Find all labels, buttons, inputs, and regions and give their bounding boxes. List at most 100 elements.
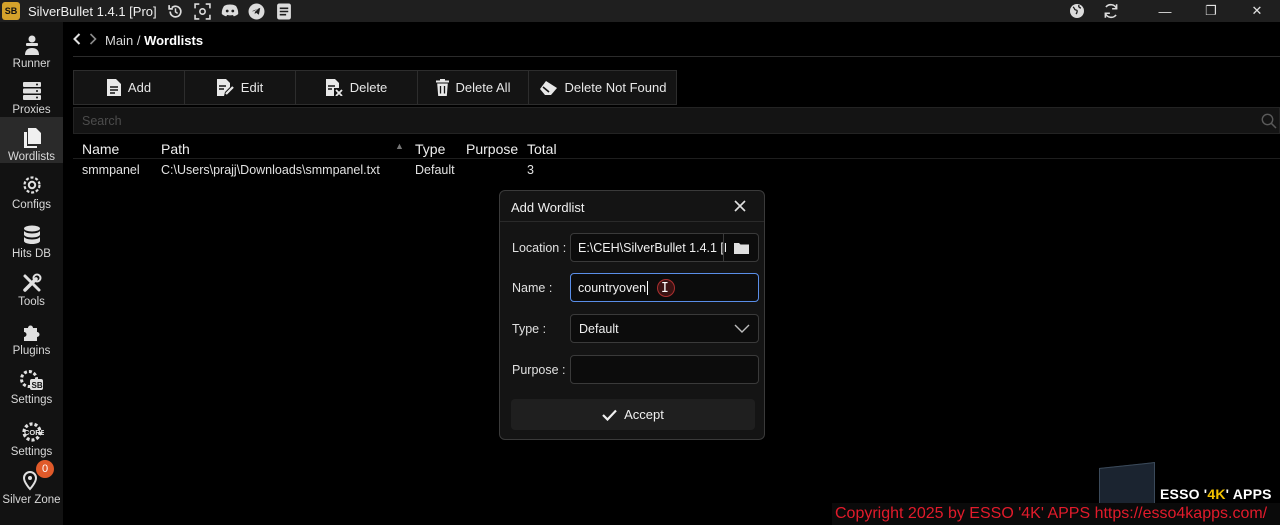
purpose-label: Purpose : xyxy=(512,363,566,377)
delete-all-label: Delete All xyxy=(455,80,511,95)
ibeam-cursor-icon: I xyxy=(661,281,669,296)
maximize-button[interactable]: ❐ xyxy=(1188,0,1234,22)
sidebar-item-tools[interactable]: Tools xyxy=(0,262,63,308)
column-header-path[interactable]: Path xyxy=(161,141,190,157)
sidebar-item-wordlists[interactable]: Wordlists xyxy=(0,117,63,163)
sidebar-item-label: Configs xyxy=(12,199,51,211)
sidebar-item-core-settings[interactable]: CORE Settings xyxy=(0,412,63,458)
location-label: Location : xyxy=(512,241,567,255)
sidebar-item-silver-zone[interactable]: 0 Silver Zone xyxy=(0,460,63,506)
minimize-button[interactable]: — xyxy=(1142,0,1188,22)
sidebar-item-label: Hits DB xyxy=(12,248,51,260)
back-arrow-icon[interactable] xyxy=(73,32,81,48)
delete-label: Delete xyxy=(349,80,388,95)
watermark-copyright: Copyright 2025 by ESSO '4K' APPS https:/… xyxy=(832,503,1280,525)
database-icon xyxy=(23,225,40,244)
add-wordlist-dialog: Add Wordlist Location : E:\CEH\SilverBul… xyxy=(499,190,765,440)
chevron-down-icon xyxy=(734,324,750,333)
text-caret xyxy=(647,280,649,295)
search-icon[interactable] xyxy=(1261,113,1277,129)
delete-not-found-label: Delete Not Found xyxy=(564,80,667,95)
cell-name: smmpanel xyxy=(82,163,140,177)
breadcrumb-separator: / xyxy=(136,32,141,48)
discord-icon[interactable] xyxy=(221,2,239,20)
add-label: Add xyxy=(127,80,152,95)
checkmark-icon xyxy=(602,409,617,421)
cell-path: C:\Users\prajj\Downloads\smmpanel.txt xyxy=(161,163,380,177)
dialog-header: Add Wordlist xyxy=(500,191,764,222)
type-label: Type : xyxy=(512,322,547,336)
column-header-purpose[interactable]: Purpose xyxy=(466,141,518,157)
sidebar-item-label: Settings xyxy=(10,446,53,458)
grid-header: Name Path ▲ Type Purpose Total xyxy=(73,139,1280,159)
purpose-field[interactable] xyxy=(570,355,759,384)
sidebar-item-label: Runner xyxy=(12,58,51,70)
screenshot-icon[interactable] xyxy=(194,2,212,20)
name-value: countryoven xyxy=(578,280,647,295)
sb-settings-icon: SB xyxy=(19,370,43,390)
breadcrumb-current: Wordlists xyxy=(144,32,204,48)
app-logo: SB xyxy=(2,2,20,20)
sidebar-item-hits-db[interactable]: Hits DB xyxy=(0,214,63,260)
accept-button[interactable]: Accept xyxy=(511,399,755,430)
folder-icon xyxy=(733,242,749,254)
browse-folder-button[interactable] xyxy=(723,234,758,261)
notes-icon[interactable] xyxy=(275,2,293,20)
type-value: Default xyxy=(579,321,619,336)
column-header-name[interactable]: Name xyxy=(82,141,119,157)
notification-badge: 0 xyxy=(36,460,54,478)
sidebar-item-label: Settings xyxy=(10,394,53,406)
location-field[interactable]: E:\CEH\SilverBullet 1.4.1 [Pro] xyxy=(570,233,759,262)
sync-icon[interactable] xyxy=(1094,2,1128,20)
puzzle-icon xyxy=(23,325,39,341)
toolbar: Add Edit Delete Delete All Delete Not Fo… xyxy=(73,70,677,105)
cell-type: Default xyxy=(415,163,455,177)
breadcrumb: Main / Wordlists xyxy=(73,32,203,48)
sidebar-item-sb-settings[interactable]: SB Settings xyxy=(0,360,63,406)
history-icon[interactable] xyxy=(167,2,185,20)
table-row[interactable]: smmpanel C:\Users\prajj\Downloads\smmpan… xyxy=(73,161,1280,179)
name-field[interactable]: countryoven I xyxy=(570,273,759,302)
wordlists-icon xyxy=(23,128,41,148)
cell-total: 3 xyxy=(527,163,534,177)
sort-arrow-icon: ▲ xyxy=(395,141,404,151)
delete-not-found-button[interactable]: Delete Not Found xyxy=(528,70,677,105)
add-file-icon xyxy=(106,79,121,96)
breadcrumb-root[interactable]: Main xyxy=(105,33,133,48)
window-title: SilverBullet 1.4.1 [Pro] xyxy=(28,3,157,19)
dialog-title: Add Wordlist xyxy=(511,200,585,215)
globe-icon[interactable] xyxy=(1060,2,1094,20)
sidebar-item-runner[interactable]: Runner xyxy=(0,24,63,70)
sidebar-item-label: Proxies xyxy=(12,104,51,116)
sidebar: Runner Proxies Wordlists Configs Hits DB… xyxy=(0,22,63,525)
sidebar-item-proxies[interactable]: Proxies xyxy=(0,70,63,116)
close-icon[interactable] xyxy=(733,199,747,213)
column-header-type[interactable]: Type xyxy=(415,141,445,157)
delete-button[interactable]: Delete xyxy=(295,70,418,105)
sidebar-item-label: Silver Zone xyxy=(2,494,61,506)
runner-icon xyxy=(24,35,39,55)
edit-label: Edit xyxy=(240,80,264,95)
proxies-icon xyxy=(22,82,41,100)
edit-button[interactable]: Edit xyxy=(184,70,296,105)
type-select[interactable]: Default xyxy=(570,314,759,343)
delete-all-button[interactable]: Delete All xyxy=(417,70,529,105)
tools-icon xyxy=(22,273,41,292)
telegram-icon[interactable] xyxy=(248,2,266,20)
close-window-button[interactable]: ✕ xyxy=(1234,0,1280,22)
sidebar-item-label: Wordlists xyxy=(7,151,56,163)
delete-file-icon xyxy=(325,79,343,96)
forward-arrow-icon[interactable] xyxy=(89,32,97,48)
edit-file-icon xyxy=(216,79,234,96)
sidebar-item-label: Tools xyxy=(18,296,45,308)
column-header-total[interactable]: Total xyxy=(527,141,557,157)
accept-label: Accept xyxy=(624,407,664,422)
svg-text:CORE: CORE xyxy=(24,428,44,437)
search-input[interactable]: Search xyxy=(73,107,1280,134)
sidebar-item-plugins[interactable]: Plugins xyxy=(0,311,63,357)
sidebar-item-configs[interactable]: Configs xyxy=(0,165,63,211)
trash-icon xyxy=(435,79,449,96)
add-button[interactable]: Add xyxy=(73,70,185,105)
location-value: E:\CEH\SilverBullet 1.4.1 [Pro] xyxy=(578,240,726,255)
svg-text:SB: SB xyxy=(31,381,42,390)
